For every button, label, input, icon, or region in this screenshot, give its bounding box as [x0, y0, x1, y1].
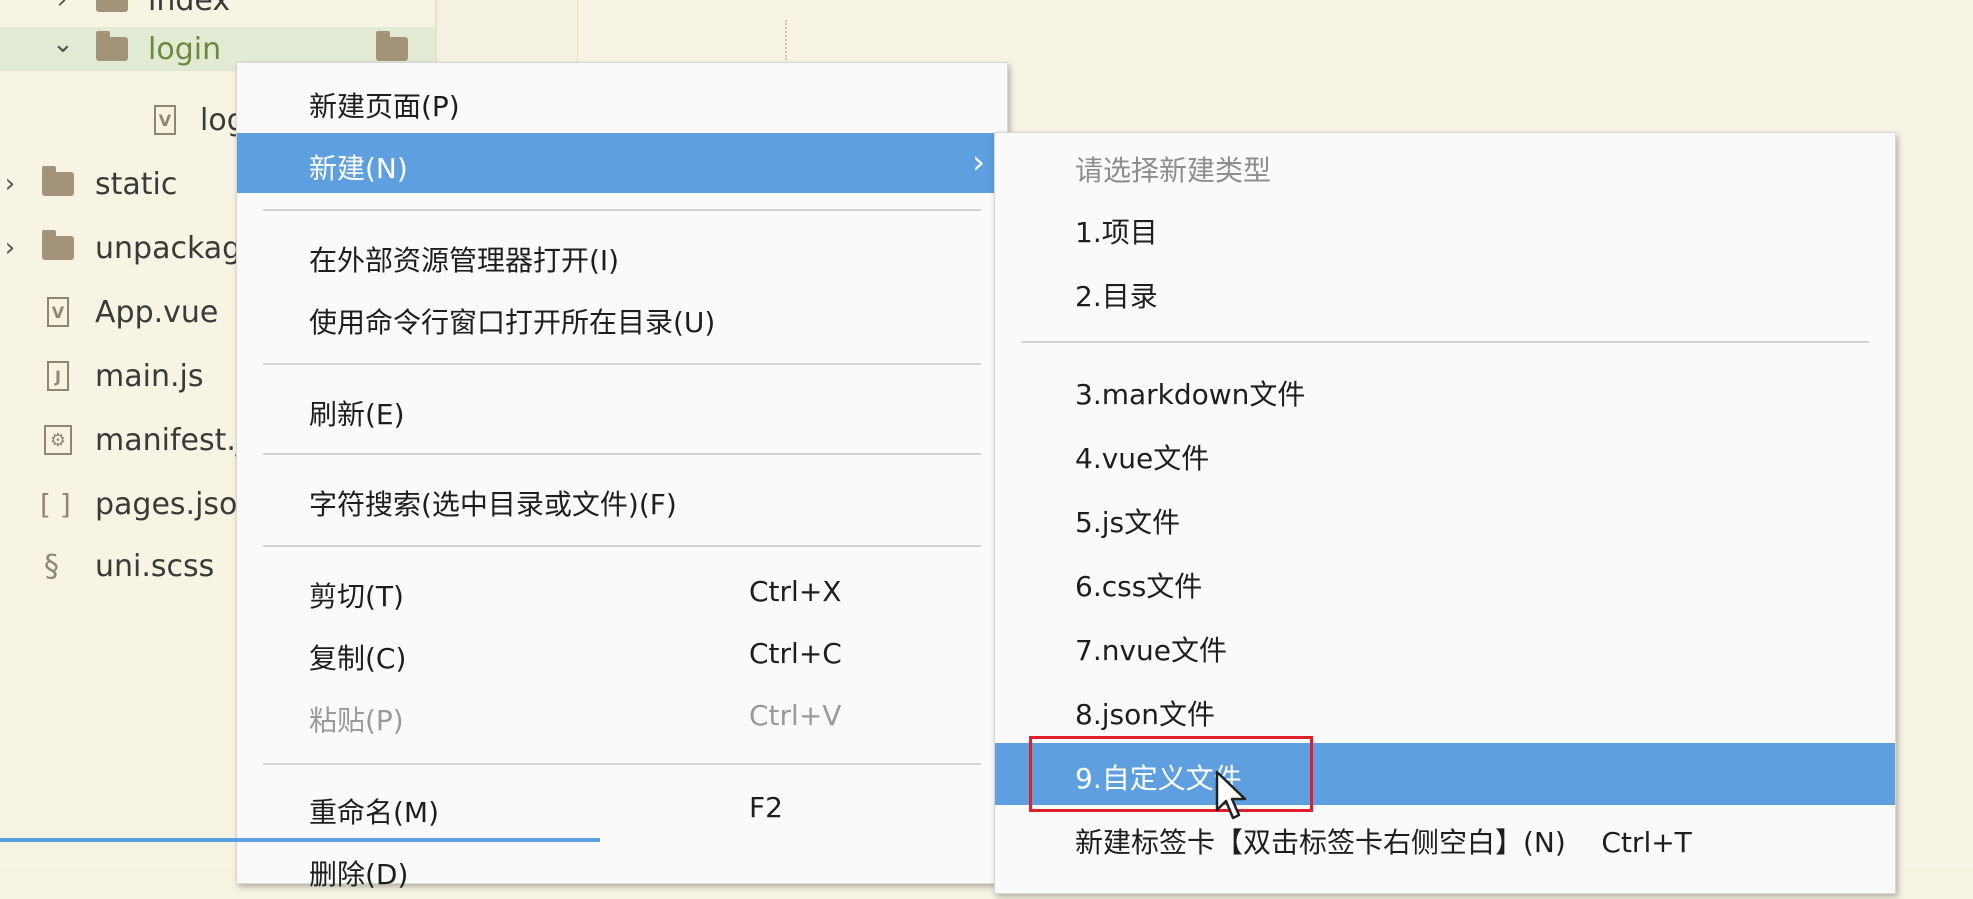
menu-item-label: 新建页面(P) [309, 90, 460, 123]
menu-item-label: 8.json文件 [1075, 698, 1215, 731]
tree-item-label: unpackag [95, 230, 242, 266]
indent-guide [785, 20, 787, 60]
submenu-item-directory[interactable]: 2.目录 [995, 261, 1895, 323]
tree-item-label: login [148, 31, 222, 67]
menu-separator [263, 363, 981, 365]
annotation-highlight-box [1029, 736, 1313, 812]
tree-item-label: App.vue [95, 294, 219, 330]
menu-item-shortcut: Ctrl+C [749, 637, 842, 670]
menu-separator [1021, 341, 1869, 343]
menu-item-rename[interactable]: 重命名(M) F2 [237, 777, 1007, 837]
menu-item-shortcut: Ctrl+V [749, 699, 842, 732]
js-file-icon: J [47, 361, 69, 391]
menu-item-search[interactable]: 字符搜索(选中目录或文件)(F) [237, 469, 1007, 529]
submenu-item-project[interactable]: 1.项目 [995, 197, 1895, 259]
menu-item-label: 复制(C) [309, 642, 407, 675]
menu-item-refresh[interactable]: 刷新(E) [237, 379, 1007, 439]
submenu-item-nvue[interactable]: 7.nvue文件 [995, 615, 1895, 677]
submenu-item-markdown[interactable]: 3.markdown文件 [995, 359, 1895, 421]
menu-separator [263, 209, 981, 211]
menu-item-label: 6.css文件 [1075, 570, 1203, 603]
menu-item-label: 重命名(M) [309, 796, 440, 829]
menu-item-copy[interactable]: 复制(C) Ctrl+C [237, 623, 1007, 683]
folder-icon [42, 230, 74, 260]
chevron-right-icon[interactable]: › [0, 169, 20, 199]
submenu-item-js[interactable]: 5.js文件 [995, 487, 1895, 549]
menu-item-label: 删除(D) [309, 858, 409, 891]
menu-item-label: 5.js文件 [1075, 506, 1181, 539]
tree-item-label: index [148, 0, 231, 18]
tree-item-label: uni.scss [95, 548, 215, 584]
chevron-right-icon: › [972, 143, 985, 181]
menu-item-paste[interactable]: 粘贴(P) Ctrl+V [237, 685, 1007, 745]
menu-item-label: 刷新(E) [309, 398, 405, 431]
submenu-header: 请选择新建类型 [1075, 154, 1272, 187]
menu-item-label: 在外部资源管理器打开(I) [309, 244, 620, 277]
submenu-item-json[interactable]: 8.json文件 [995, 679, 1895, 741]
folder-icon [376, 31, 408, 61]
tree-item-label: pages.jso [95, 486, 238, 522]
video-progress-bar [0, 838, 600, 842]
menu-item-label: 2.目录 [1075, 280, 1158, 313]
submenu-item-new-tab[interactable]: 新建标签卡【双击标签卡右侧空白】(N) Ctrl+T [995, 807, 1895, 869]
menu-item-new-page[interactable]: 新建页面(P) [237, 71, 1007, 131]
chevron-right-icon[interactable]: › [0, 233, 20, 263]
vue-file-icon: V [154, 105, 176, 135]
menu-item-new[interactable]: 新建(N) › [237, 133, 1007, 193]
chevron-down-icon[interactable]: ⌄ [52, 29, 74, 59]
menu-item-shortcut: Ctrl+X [749, 575, 842, 608]
folder-icon [96, 0, 128, 12]
menu-separator [263, 453, 981, 455]
folder-icon [96, 31, 128, 61]
menu-item-label: 剪切(T) [309, 580, 404, 613]
mouse-cursor-icon [1215, 770, 1247, 820]
chevron-right-icon[interactable]: › [52, 0, 72, 15]
tree-item-label: static [95, 166, 178, 202]
menu-item-label: 1.项目 [1075, 216, 1158, 249]
submenu-item-css[interactable]: 6.css文件 [995, 551, 1895, 613]
submenu-item-vue[interactable]: 4.vue文件 [995, 423, 1895, 485]
menu-item-open-terminal[interactable]: 使用命令行窗口打开所在目录(U) [237, 287, 1007, 347]
tree-item-label: manifest.j [95, 422, 245, 458]
json-file-icon: [ ] [40, 487, 71, 521]
config-file-icon: ⚙ [44, 425, 72, 455]
menu-item-label: 4.vue文件 [1075, 442, 1210, 475]
menu-item-label: 新建(N) [309, 152, 408, 185]
menu-item-shortcut: F2 [749, 791, 783, 824]
menu-item-label: 粘贴(P) [309, 704, 404, 737]
vue-file-icon: V [47, 297, 69, 327]
scss-file-icon: § [44, 548, 59, 584]
menu-item-open-explorer[interactable]: 在外部资源管理器打开(I) [237, 225, 1007, 285]
context-menu: 新建页面(P) 新建(N) › 在外部资源管理器打开(I) 使用命令行窗口打开所… [236, 62, 1008, 891]
menu-item-delete[interactable]: 删除(D) [237, 839, 1007, 899]
menu-item-label: 7.nvue文件 [1075, 634, 1228, 667]
tree-item-label: main.js [95, 358, 204, 394]
menu-item-label: 3.markdown文件 [1075, 378, 1306, 411]
folder-icon [42, 166, 74, 196]
menu-separator [263, 545, 981, 547]
menu-item-label: 新建标签卡【双击标签卡右侧空白】(N) Ctrl+T [1075, 826, 1692, 859]
tree-item-index[interactable]: › index [0, 0, 435, 30]
menu-item-label: 使用命令行窗口打开所在目录(U) [309, 306, 716, 339]
menu-item-cut[interactable]: 剪切(T) Ctrl+X [237, 561, 1007, 621]
menu-item-label: 字符搜索(选中目录或文件)(F) [309, 488, 677, 521]
menu-separator [263, 763, 981, 765]
